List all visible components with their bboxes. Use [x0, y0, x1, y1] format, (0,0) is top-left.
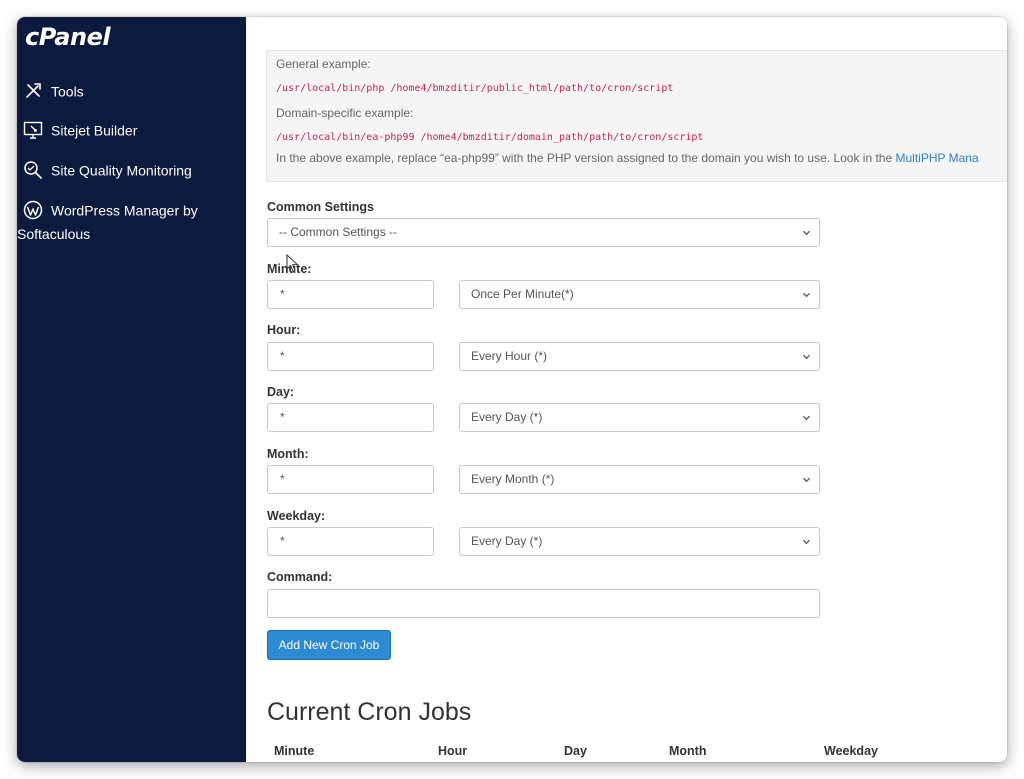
day-select-value: Every Day (*): [471, 410, 543, 424]
mouse-cursor-icon: [286, 254, 299, 273]
chevron-down-icon: [802, 477, 811, 483]
day-label: Day:: [267, 385, 295, 399]
browser-window: cPanel Tools Sitejet Builder Site Qualit…: [17, 17, 1007, 762]
php-examples-box: General example: /usr/local/bin/php /hom…: [266, 50, 1007, 182]
general-example-label: General example:: [276, 57, 371, 71]
example-note-text: In the above example, replace “ea-php99”…: [276, 151, 896, 165]
sidebar-item-label: Site Quality Monitoring: [51, 162, 192, 179]
column-header-hour[interactable]: Hour: [438, 744, 467, 758]
weekday-input[interactable]: *: [267, 527, 434, 556]
month-label: Month:: [267, 447, 309, 461]
domain-example-label: Domain-specific example:: [276, 106, 414, 120]
sidebar-item-label: Sitejet Builder: [51, 122, 138, 139]
common-settings-label: Common Settings: [267, 200, 374, 214]
chevron-down-icon: [802, 292, 811, 298]
sitejet-icon: [23, 120, 45, 140]
top-bar: [246, 17, 1007, 50]
sidebar-item-label: Tools: [51, 83, 84, 100]
common-settings-select[interactable]: -- Common Settings --: [267, 218, 820, 247]
sidebar-item-sitejet[interactable]: Sitejet Builder: [23, 115, 243, 144]
domain-example-code: /usr/local/bin/ea-php99 /home4/bmzditir/…: [276, 132, 704, 143]
column-header-weekday[interactable]: Weekday: [824, 744, 878, 758]
current-cron-jobs-title: Current Cron Jobs: [267, 698, 472, 726]
column-header-minute[interactable]: Minute: [274, 744, 314, 758]
multiphp-manager-link[interactable]: MultiPHP Mana: [895, 151, 978, 165]
sidebar-item-wordpress-manager[interactable]: WordPress Manager by Softaculous: [17, 195, 243, 244]
main-content: General example: /usr/local/bin/php /hom…: [246, 17, 1007, 762]
hour-select-value: Every Hour (*): [471, 349, 548, 363]
site-quality-icon: [23, 160, 45, 180]
command-label: Command:: [267, 570, 333, 584]
sidebar-item-site-quality[interactable]: Site Quality Monitoring: [23, 155, 243, 184]
add-new-cron-job-button[interactable]: Add New Cron Job: [267, 630, 391, 660]
hour-select[interactable]: Every Hour (*): [459, 342, 820, 371]
cpanel-logo[interactable]: cPanel: [25, 23, 111, 51]
sidebar: cPanel Tools Sitejet Builder Site Qualit…: [17, 17, 246, 762]
common-settings-value: -- Common Settings --: [279, 225, 398, 239]
tools-icon: [23, 81, 45, 101]
chevron-down-icon: [802, 354, 811, 360]
hour-label: Hour:: [267, 323, 301, 337]
column-header-month[interactable]: Month: [669, 744, 706, 758]
sidebar-item-label: WordPress Manager by: [51, 202, 198, 219]
minute-select[interactable]: Once Per Minute(*): [459, 280, 820, 309]
minute-select-value: Once Per Minute(*): [471, 287, 574, 301]
weekday-select[interactable]: Every Day (*): [459, 527, 820, 556]
chevron-down-icon: [802, 415, 811, 421]
chevron-down-icon: [802, 539, 811, 545]
weekday-select-value: Every Day (*): [471, 534, 543, 548]
sidebar-item-label-line2: Softaculous: [17, 226, 91, 243]
wordpress-icon: [23, 200, 45, 220]
general-example-code: /usr/local/bin/php /home4/bmzditir/publi…: [276, 83, 674, 94]
month-input[interactable]: *: [267, 465, 434, 494]
month-select-value: Every Month (*): [471, 472, 555, 486]
chevron-down-icon: [802, 230, 811, 236]
month-select[interactable]: Every Month (*): [459, 465, 820, 494]
command-input[interactable]: [267, 589, 820, 618]
sidebar-item-tools[interactable]: Tools: [23, 76, 243, 105]
column-header-day[interactable]: Day: [564, 744, 587, 758]
day-input[interactable]: *: [267, 403, 434, 432]
day-select[interactable]: Every Day (*): [459, 403, 820, 432]
minute-input[interactable]: *: [267, 280, 434, 309]
weekday-label: Weekday:: [267, 509, 326, 523]
hour-input[interactable]: *: [267, 342, 434, 371]
example-note: In the above example, replace “ea-php99”…: [276, 151, 979, 165]
